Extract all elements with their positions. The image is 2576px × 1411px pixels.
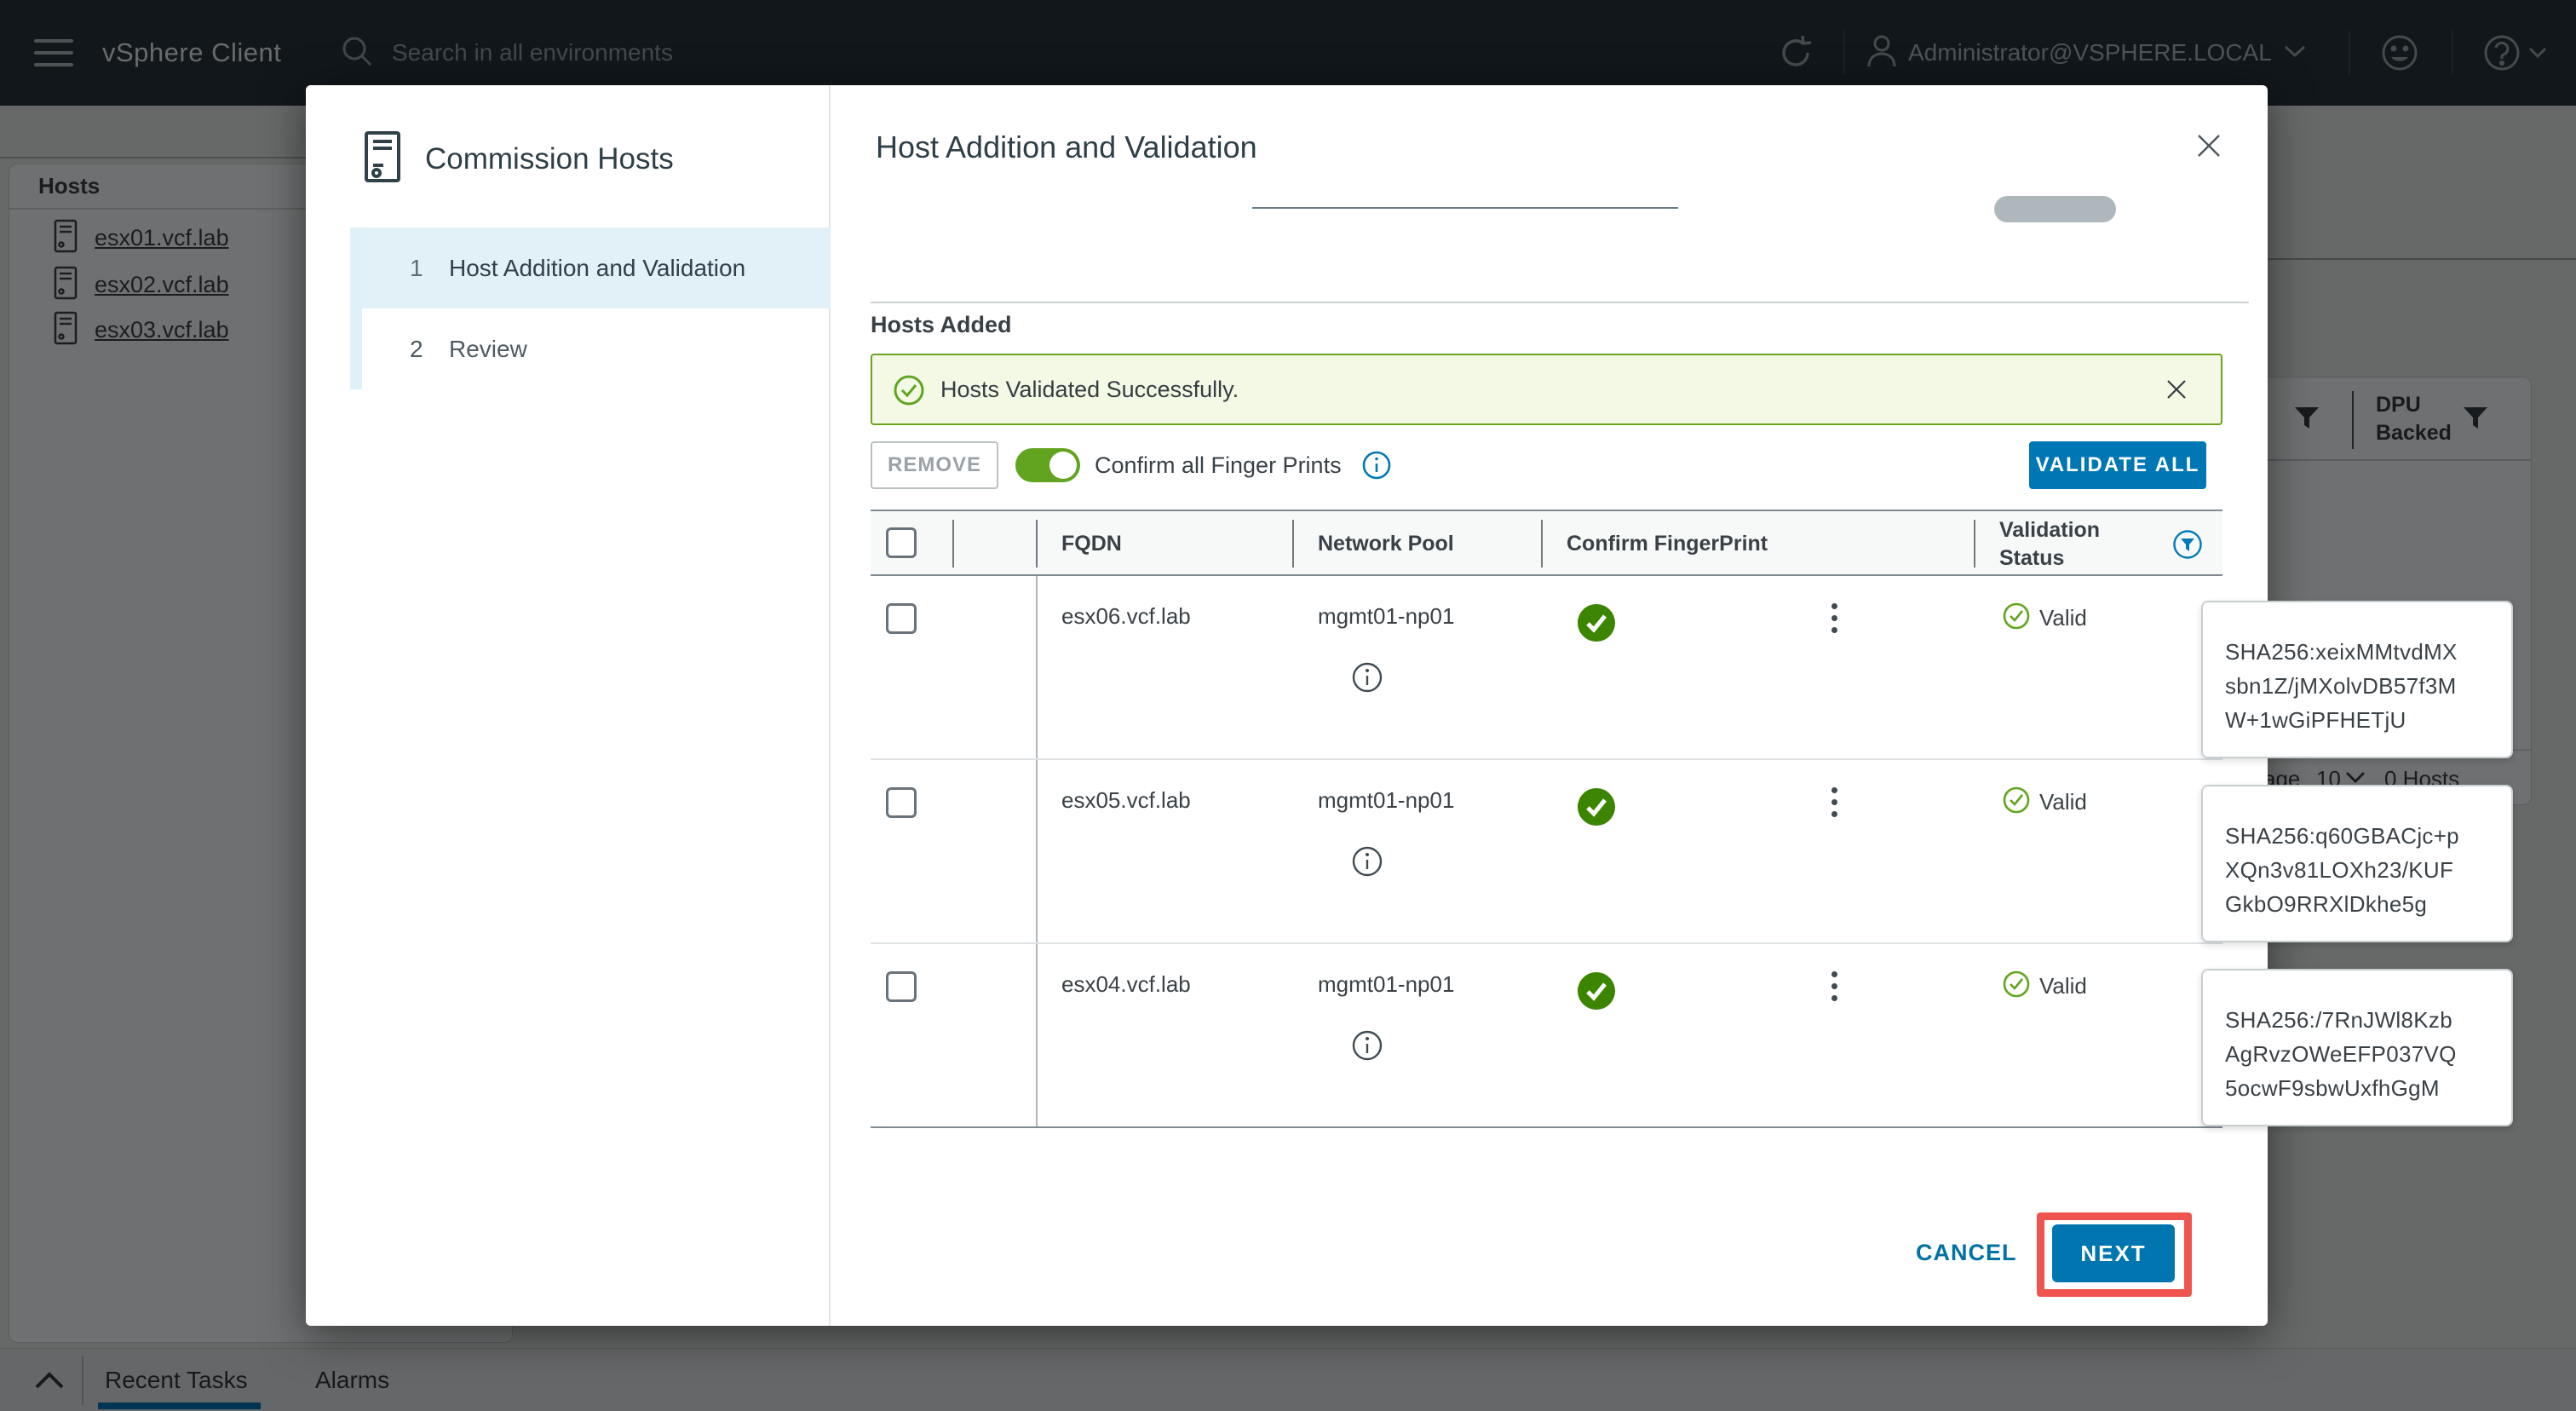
confirm-fingerprints-toggle[interactable]: [1015, 448, 1080, 482]
cancel-button[interactable]: CANCEL: [1916, 1240, 2017, 1266]
table-row: esx04.vcf.lab mgmt01-np01 SHA256:/7RnJWl…: [871, 944, 2222, 1128]
fingerprint-line: XQn3v81LOXh23/KUF: [2225, 853, 2489, 887]
cell-network-pool: mgmt01-np01: [1318, 971, 1454, 998]
fingerprint-line: sbn1Z/jMXolvDB57f3M: [2225, 669, 2489, 703]
valid-status-icon: [2002, 970, 2031, 1003]
step-number: 1: [410, 255, 449, 282]
fingerprint-line: AgRvzOWeEFP037VQ: [2225, 1037, 2489, 1071]
modal-title: Commission Hosts: [425, 142, 674, 176]
cell-network-pool: mgmt01-np01: [1318, 603, 1454, 630]
step-label: Host Addition and Validation: [449, 255, 745, 282]
info-icon[interactable]: [1351, 1029, 1383, 1066]
step-number: 2: [410, 336, 449, 363]
toggle-label: Confirm all Finger Prints: [1095, 441, 1342, 489]
fingerprint-line: SHA256:/7RnJWl8Kzb: [2225, 1003, 2489, 1037]
column-header-confirm-fingerprint[interactable]: Confirm FingerPrint: [1567, 532, 1768, 556]
cell-fqdn: esx04.vcf.lab: [1061, 971, 1191, 998]
step-label: Review: [449, 336, 527, 363]
select-all-checkbox[interactable]: [886, 527, 917, 558]
section-divider: [871, 302, 2249, 303]
cell-validation-status: Valid: [2039, 789, 2087, 815]
table-header: FQDN Network Pool Confirm FingerPrint Va…: [871, 510, 2222, 576]
fingerprint-line: W+1wGiPFHETjU: [2225, 703, 2489, 737]
banner-message: Hosts Validated Successfully.: [940, 355, 1239, 423]
row-actions-kebab-icon[interactable]: [1831, 603, 1837, 633]
toggle-knob: [1049, 452, 1077, 479]
row-checkbox[interactable]: [886, 787, 917, 818]
table-row: esx05.vcf.lab mgmt01-np01 SHA256:q60GBAC…: [871, 760, 2222, 944]
step-review[interactable]: 2 Review: [362, 308, 831, 389]
column-header-network-pool[interactable]: Network Pool: [1318, 532, 1454, 556]
info-icon[interactable]: [1351, 661, 1383, 698]
table-row: esx06.vcf.lab mgmt01-np01 SHA256:xeixMMt…: [871, 576, 2222, 760]
info-icon[interactable]: [1361, 450, 1392, 485]
cell-validation-status: Valid: [2039, 605, 2087, 631]
cell-network-pool: mgmt01-np01: [1318, 787, 1454, 814]
valid-status-icon: [2002, 602, 2031, 635]
wizard-steps: 1 Host Addition and Validation 2 Review: [350, 227, 831, 389]
remove-button[interactable]: REMOVE: [871, 441, 998, 489]
success-check-icon: [893, 374, 925, 411]
fingerprint-field[interactable]: SHA256:/7RnJWl8Kzb AgRvzOWeEFP037VQ 5ocw…: [2201, 969, 2513, 1126]
banner-close-icon[interactable]: [2165, 377, 2188, 406]
commission-hosts-icon: [364, 130, 401, 187]
fingerprint-line: SHA256:q60GBACjc+p: [2225, 819, 2489, 853]
page-title: Host Addition and Validation: [876, 130, 1257, 165]
scrolled-input-underline: [1252, 207, 1678, 209]
filter-icon[interactable]: [2173, 530, 2202, 563]
cell-fqdn: esx06.vcf.lab: [1061, 603, 1191, 630]
wizard-content: Host Addition and Validation Hosts Added…: [831, 85, 2268, 1326]
fingerprint-confirmed-icon: [1577, 971, 1616, 1015]
row-checkbox[interactable]: [886, 971, 917, 1002]
row-actions-kebab-icon[interactable]: [1831, 971, 1837, 1001]
commission-hosts-modal: Commission Hosts 1 Host Addition and Val…: [306, 85, 2268, 1326]
fingerprint-field[interactable]: SHA256:xeixMMtvdMX sbn1Z/jMXolvDB57f3M W…: [2201, 601, 2513, 758]
cell-fqdn: esx05.vcf.lab: [1061, 787, 1191, 814]
wizard-sidebar: Commission Hosts 1 Host Addition and Val…: [306, 85, 831, 1326]
column-header-validation-status[interactable]: Validation Status: [1999, 516, 2123, 573]
fingerprint-line: SHA256:xeixMMtvdMX: [2225, 635, 2489, 669]
next-button[interactable]: NEXT: [2052, 1224, 2175, 1282]
cell-validation-status: Valid: [2039, 973, 2087, 999]
table-body: esx06.vcf.lab mgmt01-np01 SHA256:xeixMMt…: [871, 576, 2222, 1128]
scrolled-disabled-button: [1994, 196, 2116, 222]
fingerprint-confirmed-icon: [1577, 603, 1616, 647]
column-header-fqdn[interactable]: FQDN: [1061, 532, 1122, 556]
row-actions-kebab-icon[interactable]: [1831, 787, 1837, 817]
fingerprint-field[interactable]: SHA256:q60GBACjc+p XQn3v81LOXh23/KUF Gkb…: [2201, 785, 2513, 942]
success-banner: Hosts Validated Successfully.: [871, 354, 2222, 425]
close-icon[interactable]: [2194, 131, 2223, 160]
hosts-added-heading: Hosts Added: [871, 312, 1012, 338]
fingerprint-confirmed-icon: [1577, 787, 1616, 831]
step-host-addition-and-validation[interactable]: 1 Host Addition and Validation: [362, 227, 831, 308]
fingerprint-line: 5ocwF9sbwUxfhGgM: [2225, 1071, 2489, 1105]
info-icon[interactable]: [1351, 845, 1383, 882]
valid-status-icon: [2002, 786, 2031, 819]
fingerprint-line: GkbO9RRXlDkhe5g: [2225, 887, 2489, 921]
row-checkbox[interactable]: [886, 603, 917, 634]
validate-all-button[interactable]: VALIDATE ALL: [2029, 441, 2206, 489]
